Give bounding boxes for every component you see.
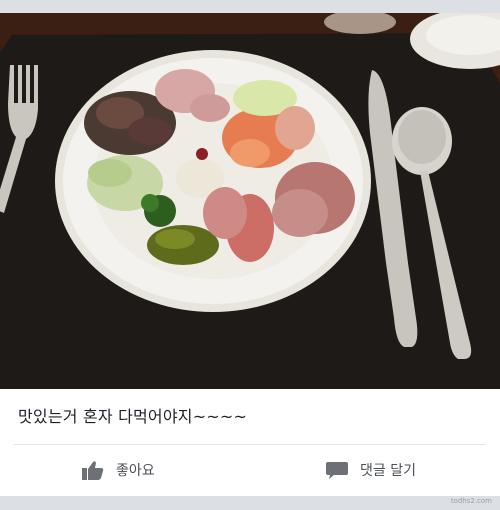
food-photo-illustration (0, 13, 500, 389)
comment-icon (326, 462, 348, 479)
post-card: 맛있는거 혼자 다먹어야지~~~~ 좋아요 댓글 달기 (0, 389, 500, 496)
watermark: todhs2.com (450, 497, 492, 505)
comment-label: 댓글 달기 (360, 463, 416, 479)
post-photo[interactable] (0, 13, 500, 389)
post-caption: 맛있는거 혼자 다먹어야지~~~~ (18, 407, 248, 426)
thumbs-up-icon (82, 461, 104, 480)
top-bar (0, 0, 500, 13)
like-button[interactable]: 좋아요 (82, 458, 155, 482)
bottom-bar: todhs2.com (0, 496, 500, 510)
like-label: 좋아요 (116, 463, 155, 479)
comment-button[interactable]: 댓글 달기 (326, 458, 416, 482)
divider (14, 444, 486, 445)
